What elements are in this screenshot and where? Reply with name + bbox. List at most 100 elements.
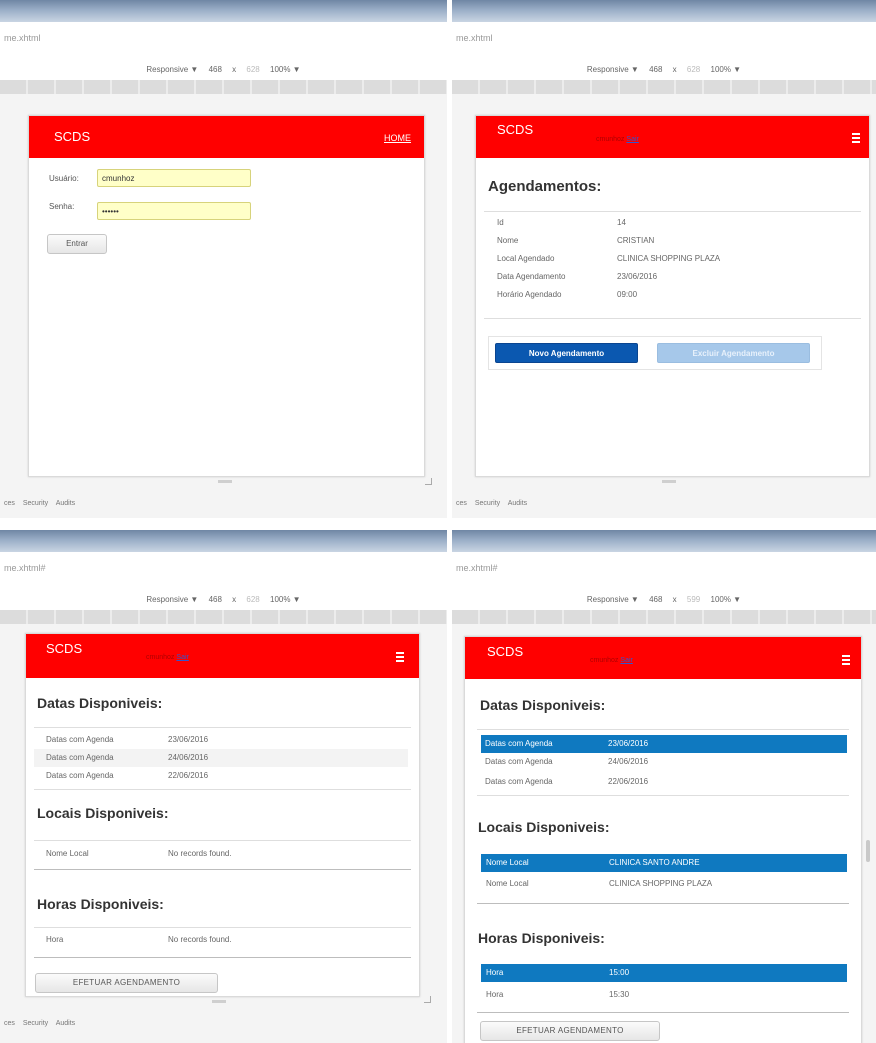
devtools-tab[interactable]: ces [4, 1020, 15, 1027]
device-mode-select[interactable]: Responsive ▼ [146, 595, 198, 604]
hora-value: 15:30 [609, 990, 630, 999]
resize-handle[interactable] [662, 480, 676, 483]
date-row[interactable]: Datas com Agenda 22/06/2016 [481, 773, 847, 791]
address-bar[interactable]: me.xhtml# [0, 552, 447, 591]
brand-logo[interactable]: SCDS [54, 129, 90, 144]
detail-row: Local Agendado CLINICA SHOPPING PLAZA [484, 250, 858, 268]
date-label: Datas com Agenda [46, 735, 114, 744]
device-toolbar: Responsive ▼ 468 x 628 100% ▼ [0, 590, 447, 610]
zoom-select[interactable]: 100% ▼ [711, 595, 742, 604]
horas-empty-row: Hora No records found. [34, 931, 408, 949]
menu-icon[interactable] [852, 133, 860, 143]
zoom-select[interactable]: 100% ▼ [270, 595, 301, 604]
devtools-tab-audits[interactable]: Audits [508, 500, 527, 507]
address-bar[interactable]: me.xhtml# [452, 552, 876, 591]
home-link[interactable]: HOME [384, 133, 411, 143]
device-viewport: SCDS cmunhoz Sair Datas Disponiveis: Data… [25, 633, 420, 997]
user-info: cmunhoz Sair [596, 136, 639, 143]
date-row[interactable]: Datas com Agenda 24/06/2016 [481, 753, 847, 771]
dates-title: Datas Disponiveis: [37, 695, 163, 711]
width-field[interactable]: 468 [209, 65, 222, 74]
zoom-select[interactable]: 100% ▼ [270, 65, 301, 74]
devtools-tabs: ces Security Audits [4, 500, 447, 507]
horas-empty-message: No records found. [168, 935, 232, 944]
media-query-bar [0, 80, 447, 94]
height-field[interactable]: 628 [246, 65, 259, 74]
local-value: CLINICA SANTO ANDRE [609, 858, 700, 867]
horas-title: Horas Disponiveis: [478, 930, 605, 946]
user-name: cmunhoz [590, 657, 619, 664]
password-input[interactable]: •••••• [97, 202, 251, 220]
date-value: 24/06/2016 [608, 757, 649, 766]
date-row[interactable]: Datas com Agenda 22/06/2016 [34, 767, 408, 785]
address-bar[interactable]: me.xhtml [0, 22, 447, 61]
delete-appointment-button[interactable]: Excluir Agendamento [657, 343, 810, 363]
width-field[interactable]: 468 [649, 65, 662, 74]
hora-label: Hora [486, 968, 504, 977]
app-header: SCDS cmunhoz Sair [465, 637, 861, 679]
height-field[interactable]: 628 [246, 595, 259, 604]
menu-icon[interactable] [396, 652, 404, 662]
resize-handle[interactable] [218, 480, 232, 483]
hora-value: 15:00 [609, 968, 630, 977]
new-appointment-button[interactable]: Novo Agendamento [495, 343, 638, 363]
devtools-tab-audits[interactable]: Audits [56, 1020, 75, 1027]
devtools-tab-security[interactable]: Security [475, 500, 500, 507]
width-field[interactable]: 468 [209, 595, 222, 604]
brand-logo[interactable]: SCDS [487, 644, 523, 659]
device-viewport: SCDS cmunhoz Sair Agendamentos: Id 14 Nom… [475, 115, 870, 477]
local-row[interactable]: Nome Local CLINICA SHOPPING PLAZA [481, 875, 847, 893]
devtools-tab[interactable]: ces [4, 500, 15, 507]
date-row[interactable]: Datas com Agenda 24/06/2016 [34, 749, 408, 767]
date-value: 23/06/2016 [608, 739, 649, 748]
submit-appointment-button[interactable]: EFETUAR AGENDAMENTO [480, 1021, 660, 1041]
width-field[interactable]: 468 [649, 595, 662, 604]
hora-row[interactable]: Hora 15:30 [481, 986, 847, 1004]
scrollbar-thumb[interactable] [866, 840, 870, 862]
device-mode-select[interactable]: Responsive ▼ [587, 595, 639, 604]
date-row[interactable]: Datas com Agenda 23/06/2016 [34, 731, 408, 749]
date-value: 22/06/2016 [608, 777, 649, 786]
logout-link[interactable]: Sair [620, 657, 632, 664]
divider [34, 927, 411, 928]
username-input[interactable]: cmunhoz [97, 169, 251, 187]
date-row-selected[interactable]: Datas com Agenda 23/06/2016 [481, 735, 847, 753]
login-button[interactable]: Entrar [47, 234, 107, 254]
divider [34, 789, 411, 790]
hora-row-selected[interactable]: Hora 15:00 [481, 964, 847, 982]
device-mode-select[interactable]: Responsive ▼ [146, 65, 198, 74]
divider [477, 903, 849, 904]
menu-icon[interactable] [842, 655, 850, 665]
address-bar[interactable]: me.xhtml [452, 22, 876, 61]
brand-logo[interactable]: SCDS [497, 122, 533, 137]
zoom-select[interactable]: 100% ▼ [711, 65, 742, 74]
resize-corner[interactable] [425, 478, 432, 485]
devtools-tab-audits[interactable]: Audits [56, 500, 75, 507]
local-label: Nome Local [486, 858, 529, 867]
resize-handle[interactable] [212, 1000, 226, 1003]
devtools-tab[interactable]: ces [456, 500, 467, 507]
detail-value: 23/06/2016 [617, 272, 658, 281]
panel-disponiveis-empty: me.xhtml# Responsive ▼ 468 x 628 100% ▼ … [0, 530, 447, 1043]
page-title: Agendamentos: [488, 178, 602, 195]
panel-login: me.xhtml Responsive ▼ 468 x 628 100% ▼ S… [0, 0, 447, 518]
local-label: Nome Local [486, 879, 529, 888]
browser-titlebar [452, 0, 876, 22]
divider [484, 318, 861, 319]
detail-row: Id 14 [484, 214, 858, 232]
devtools-tab-security[interactable]: Security [23, 500, 48, 507]
height-field[interactable]: 628 [687, 65, 700, 74]
resize-corner[interactable] [424, 996, 431, 1003]
divider [477, 795, 849, 796]
local-row-selected[interactable]: Nome Local CLINICA SANTO ANDRE [481, 854, 847, 872]
devtools-tab-security[interactable]: Security [23, 1020, 48, 1027]
brand-logo[interactable]: SCDS [46, 641, 82, 656]
browser-titlebar [0, 0, 447, 22]
submit-appointment-button[interactable]: EFETUAR AGENDAMENTO [35, 973, 218, 993]
logout-link[interactable]: Sair [626, 136, 638, 143]
device-mode-select[interactable]: Responsive ▼ [587, 65, 639, 74]
logout-link[interactable]: Sair [176, 654, 188, 661]
height-field[interactable]: 599 [687, 595, 700, 604]
date-label: Datas com Agenda [485, 739, 553, 748]
detail-label: Horário Agendado [497, 290, 562, 299]
